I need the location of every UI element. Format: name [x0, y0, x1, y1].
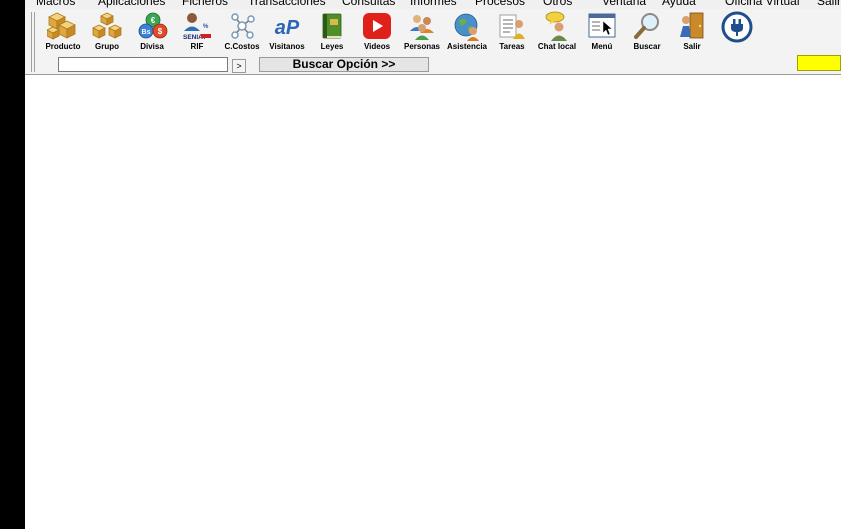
menu-ayuda[interactable]: Ayuda [662, 0, 696, 8]
svg-text:aP: aP [275, 17, 300, 39]
tool-label: C.Costos [224, 42, 260, 51]
tool-label: Leyes [320, 42, 344, 51]
people-icon [410, 15, 434, 40]
menu-ventana[interactable]: Ventana [602, 0, 646, 8]
magnifier-icon [634, 13, 659, 39]
tasks-icon [499, 14, 525, 39]
menu-aplicaciones[interactable]: Aplicaciones [98, 0, 165, 8]
tool-leyes[interactable]: Leyes [310, 11, 354, 53]
toolbar-grip[interactable] [31, 12, 32, 72]
menu-bar: Macros Aplicaciones Ficheros Transaccion… [25, 0, 841, 9]
menu-macros[interactable]: Macros [36, 0, 75, 8]
svg-text:$: $ [158, 27, 163, 36]
tool-c-costos[interactable]: C.Costos [220, 11, 264, 53]
status-indicator [797, 55, 841, 71]
tool-tareas[interactable]: Tareas [490, 11, 534, 53]
tool-salir[interactable]: Salir [670, 11, 714, 53]
tool-label: Visitanos [269, 42, 305, 51]
search-go-button[interactable]: > [232, 59, 246, 73]
svg-text:%: % [203, 24, 209, 30]
video-play-icon [363, 13, 391, 39]
tool-divisa[interactable]: € Bs $ Divisa [130, 11, 174, 53]
menu-informes[interactable]: Informes [410, 0, 457, 8]
tool-grupo[interactable]: Grupo [85, 11, 129, 53]
cost-center-icon [231, 13, 255, 39]
tool-personas[interactable]: Personas [400, 11, 444, 53]
tool-menu[interactable]: Menú [580, 11, 624, 53]
tool-videos[interactable]: Videos [355, 11, 399, 53]
svg-text:Bs: Bs [142, 29, 151, 36]
tool-buscar[interactable]: Buscar [625, 11, 669, 53]
exit-door-icon [680, 12, 704, 39]
boxes-icon [47, 12, 76, 40]
globe-person-icon [454, 13, 479, 41]
tool-label: Divisa [140, 42, 164, 51]
main-workspace [25, 75, 841, 529]
tool-label: Videos [363, 42, 391, 51]
menu-transacciones[interactable]: Transacciones [248, 0, 326, 8]
ap-logo-icon: aP [275, 17, 300, 39]
box-group-icon [92, 12, 122, 39]
law-book-icon [322, 13, 342, 39]
menu-oficina-virtual[interactable]: Oficina Virtual [725, 0, 799, 8]
tool-label: Producto [45, 42, 81, 51]
menu-ficheros[interactable]: Ficheros [182, 0, 228, 8]
tool-rif[interactable]: % SENIAT RIF [175, 11, 219, 53]
tool-label: Grupo [95, 42, 119, 51]
tool-producto[interactable]: Producto [41, 11, 85, 53]
tool-label: Buscar [633, 42, 661, 51]
toolbar-grip-line [34, 12, 35, 72]
search-option-button[interactable]: Buscar Opción >> [259, 57, 429, 72]
chat-icon [545, 11, 567, 41]
tool-label: RIF [190, 42, 204, 51]
tool-label: Personas [403, 42, 441, 51]
tool-asistencia[interactable]: Asistencia [445, 11, 489, 53]
tool-label: Chat local [537, 42, 577, 51]
left-black-strip [0, 0, 25, 529]
currency-icon: € Bs $ [138, 12, 168, 39]
menu-consultas[interactable]: Consultas [342, 0, 395, 8]
search-input[interactable] [58, 57, 228, 72]
tool-label: Menú [591, 42, 613, 51]
seniat-icon: % SENIAT [183, 13, 211, 41]
svg-text:€: € [151, 16, 156, 25]
tool-power[interactable] [715, 11, 759, 53]
menu-procesos[interactable]: Procesos [475, 0, 525, 8]
tool-label: Salir [683, 42, 701, 51]
power-plug-icon [721, 11, 753, 43]
menu-salir[interactable]: Salir [817, 0, 841, 8]
menu-otros[interactable]: Otros [543, 0, 572, 8]
tool-label: Tareas [499, 42, 525, 51]
tool-visitanos[interactable]: aP Visitanos [265, 11, 309, 53]
tool-label: Asistencia [446, 42, 488, 51]
menu-window-icon [588, 13, 616, 38]
tool-chat-local[interactable]: Chat local [535, 11, 579, 53]
